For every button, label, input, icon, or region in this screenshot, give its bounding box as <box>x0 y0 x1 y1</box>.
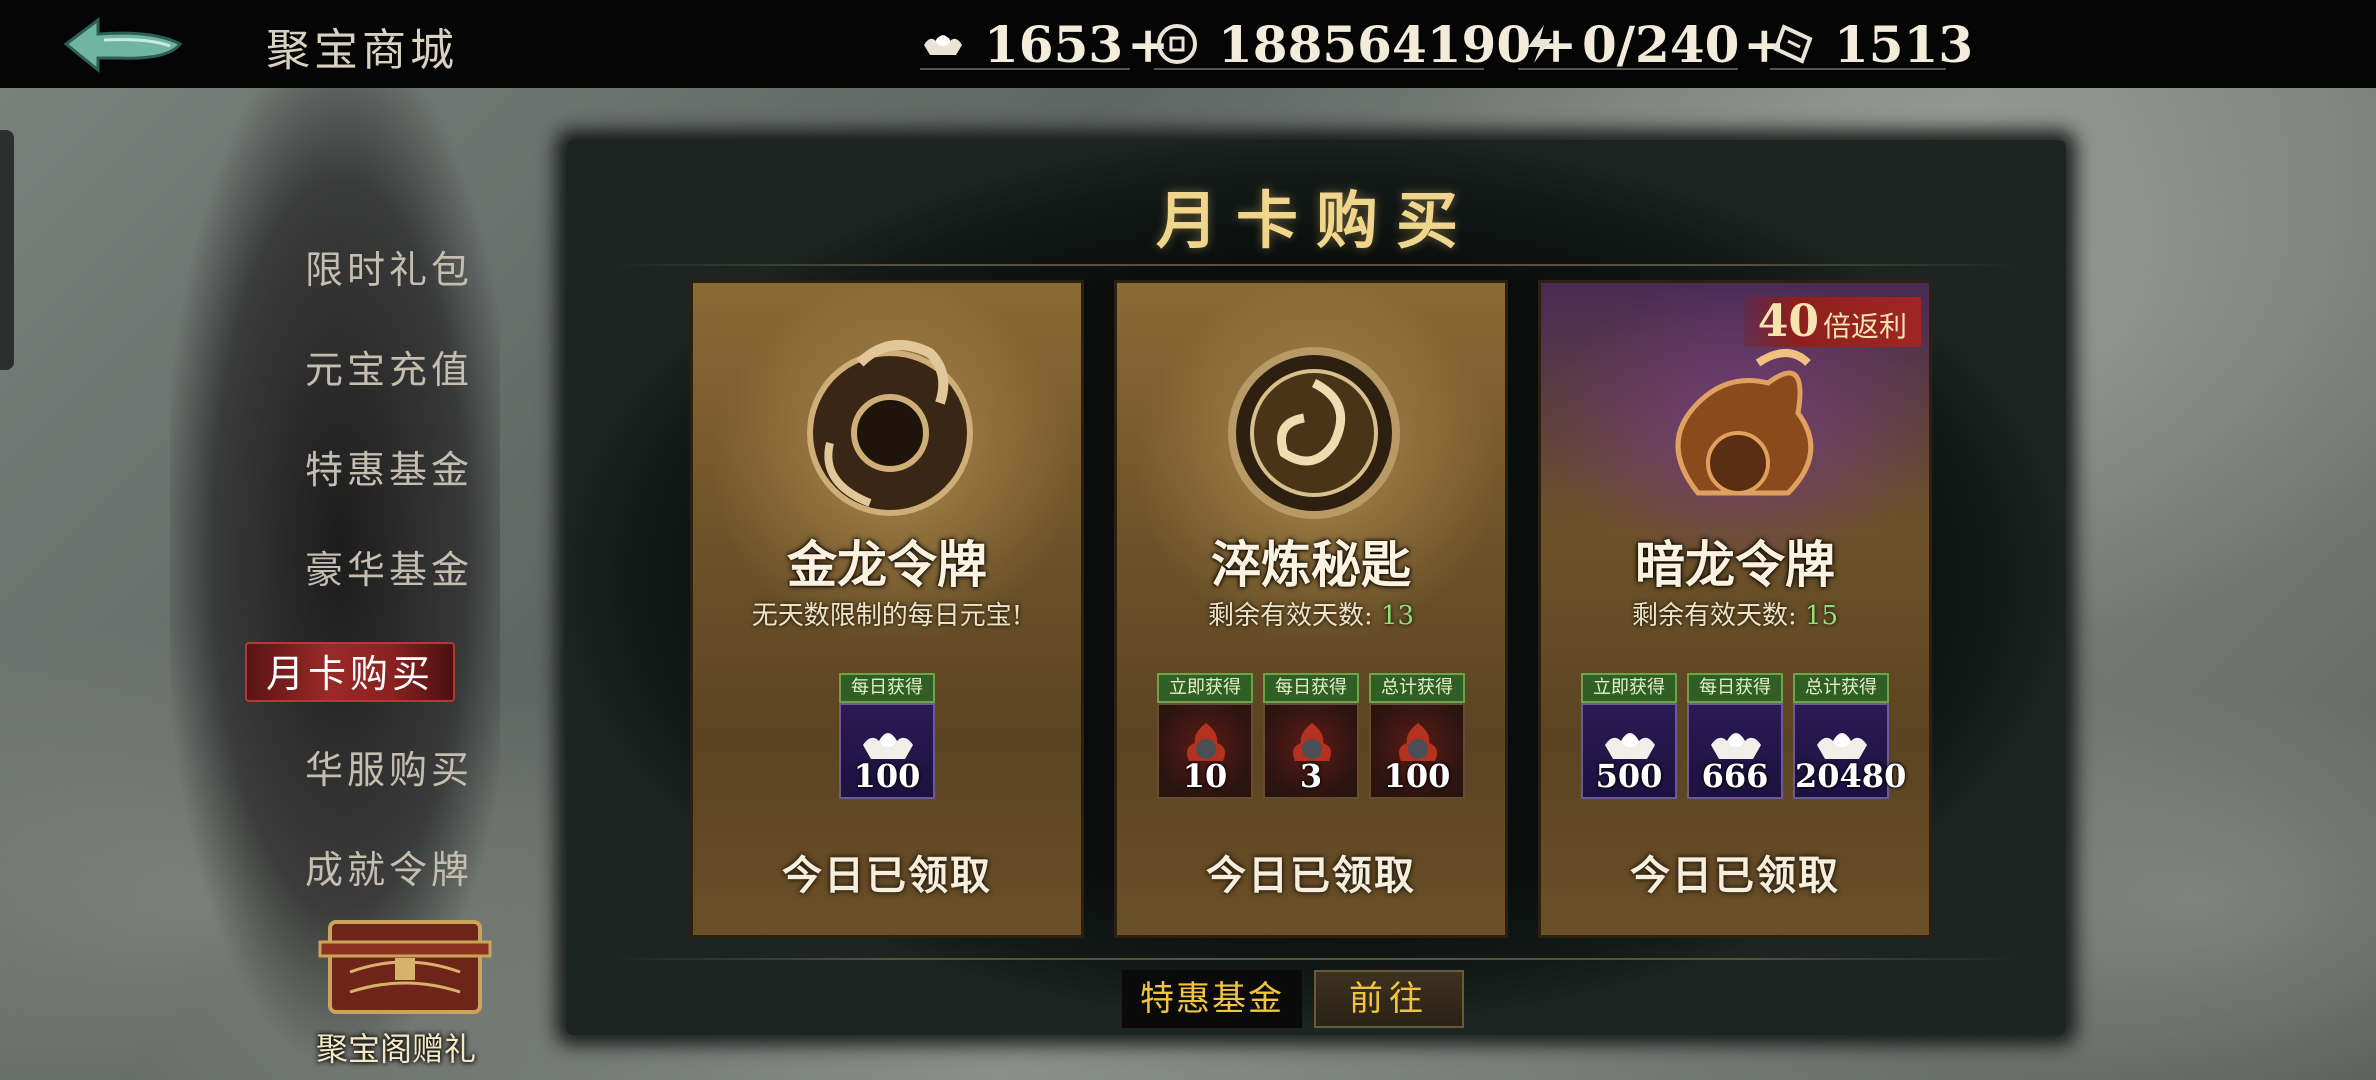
gold-dragon-emblem-icon <box>807 340 973 516</box>
card-description: 剩余有效天数: 15 <box>1541 595 1929 632</box>
dark-dragon-emblem-icon <box>1675 349 1814 496</box>
divider <box>616 264 2016 266</box>
reward-item[interactable]: 每日获得 3 <box>1263 673 1359 799</box>
divider <box>1154 68 1484 70</box>
reward-list: 每日获得 100 <box>693 673 1081 799</box>
reward-count: 100 <box>853 757 921 795</box>
edge-tab[interactable] <box>0 130 14 370</box>
back-arrow-icon[interactable] <box>58 14 188 76</box>
reward-count: 3 <box>1299 757 1323 795</box>
claim-status[interactable]: 今日已领取 <box>1541 843 1929 901</box>
reward-count: 666 <box>1701 757 1769 795</box>
rebate-text: 倍返利 <box>1822 310 1907 343</box>
divider <box>1770 68 1946 70</box>
sidebar-item-achievement-token[interactable]: 成就令牌 <box>274 840 504 900</box>
ticket-resource: 1513 <box>1770 14 1974 74</box>
reward-item[interactable]: 立即获得 500 <box>1581 673 1677 799</box>
claim-status[interactable]: 今日已领取 <box>1117 843 1505 901</box>
sidebar-item-monthly-card[interactable]: 月卡购买 <box>245 642 455 702</box>
treasure-chest-icon[interactable] <box>310 912 500 1022</box>
reward-count: 100 <box>1383 757 1451 795</box>
ingot-value: 1653 <box>984 14 1124 74</box>
divider <box>616 958 2016 960</box>
coin-resource[interactable]: 188564190 + <box>1154 14 1577 74</box>
reward-item[interactable]: 总计获得 100 <box>1369 673 1465 799</box>
reward-item[interactable]: 立即获得 10 <box>1157 673 1253 799</box>
days-label: 剩余有效天数: <box>1631 601 1797 631</box>
reward-item[interactable]: 总计获得 20480 <box>1793 673 1907 799</box>
card-name: 金龙令牌 <box>787 535 987 594</box>
reward-slot: 3 <box>1263 703 1359 799</box>
sidebar-item-limited-gift[interactable]: 限时礼包 <box>274 240 504 300</box>
page-title: 聚宝商城 <box>266 25 458 76</box>
stamina-value: 0/240 <box>1582 14 1740 74</box>
reward-tag: 立即获得 <box>1581 673 1677 703</box>
sidebar-item-ingot-recharge[interactable]: 元宝充值 <box>274 340 504 400</box>
days-remaining: 13 <box>1380 601 1415 631</box>
monthly-card-refine-key[interactable]: 淬炼秘匙 剩余有效天数: 13 立即获得 10 每日获得 3 总计获得 100 … <box>1114 280 1508 938</box>
monthly-card-gold-dragon[interactable]: 金龙令牌 无天数限制的每日元宝! 每日获得 100 今日已领取 <box>690 280 1084 938</box>
reward-tag: 总计获得 <box>1369 673 1465 703</box>
reward-list: 立即获得 500 每日获得 666 总计获得 20480 <box>1541 673 1929 799</box>
top-bar: 聚宝商城 1653 + 188564190 + 0/240 + 1513 <box>0 0 2376 88</box>
rebate-badge: 40 倍返利 <box>1743 296 1921 347</box>
reward-count: 500 <box>1595 757 1663 795</box>
reward-tag: 每日获得 <box>1263 673 1359 703</box>
coin-value: 188564190 <box>1218 14 1532 74</box>
gift-label[interactable]: 聚宝阁赠礼 <box>316 1024 476 1070</box>
ingot-icon <box>924 35 962 55</box>
goto-button[interactable]: 前往 <box>1314 970 1464 1028</box>
reward-tag: 每日获得 <box>839 673 935 703</box>
card-name: 暗龙令牌 <box>1635 535 1835 594</box>
reward-slot: 20480 <box>1793 703 1907 799</box>
card-description: 剩余有效天数: 13 <box>1117 595 1505 632</box>
reward-item[interactable]: 每日获得 100 <box>839 673 935 799</box>
reward-count: 10 <box>1182 757 1228 795</box>
card-name: 淬炼秘匙 <box>1211 535 1411 594</box>
sidebar-item-special-fund[interactable]: 特惠基金 <box>274 440 504 500</box>
ingot-resource[interactable]: 1653 + <box>920 14 1169 74</box>
stamina-resource[interactable]: 0/240 + <box>1518 14 1785 74</box>
ticket-value: 1513 <box>1834 14 1974 74</box>
divider <box>1518 68 1738 70</box>
refine-key-emblem-icon <box>1228 347 1400 519</box>
card-description: 无天数限制的每日元宝! <box>751 601 1023 631</box>
reward-count: 20480 <box>1795 757 1907 795</box>
reward-slot: 500 <box>1581 703 1677 799</box>
reward-tag: 总计获得 <box>1793 673 1889 703</box>
ticket-icon <box>1773 24 1813 64</box>
reward-tag: 立即获得 <box>1157 673 1253 703</box>
divider <box>920 68 1130 70</box>
reward-slot: 100 <box>839 703 935 799</box>
days-label: 剩余有效天数: <box>1207 601 1373 631</box>
stamina-icon <box>1528 25 1552 63</box>
coin-icon <box>1157 24 1197 64</box>
sidebar-item-costume[interactable]: 华服购买 <box>274 740 504 800</box>
sidebar-item-luxury-fund[interactable]: 豪华基金 <box>274 540 504 600</box>
monthly-card-dark-dragon[interactable]: 40 倍返利 暗龙令牌 剩余有效天数: 15 立即获得 500 每日获得 666 <box>1538 280 1932 938</box>
reward-slot: 666 <box>1687 703 1783 799</box>
special-fund-label: 特惠基金 <box>1122 970 1302 1028</box>
claim-status[interactable]: 今日已领取 <box>693 843 1081 901</box>
reward-list: 立即获得 10 每日获得 3 总计获得 100 <box>1117 673 1505 799</box>
reward-slot: 10 <box>1157 703 1253 799</box>
reward-slot: 100 <box>1369 703 1465 799</box>
reward-tag: 每日获得 <box>1687 673 1783 703</box>
panel-title: 月卡购买 <box>1155 184 1476 257</box>
monthly-card-panel: 月卡购买 金龙令牌 无天数限制的每日元宝! 每日获得 100 今日已领取 淬炼秘… <box>566 140 2066 1035</box>
rebate-multiplier: 40 <box>1757 296 1819 347</box>
reward-item[interactable]: 每日获得 666 <box>1687 673 1783 799</box>
days-remaining: 15 <box>1804 601 1839 631</box>
